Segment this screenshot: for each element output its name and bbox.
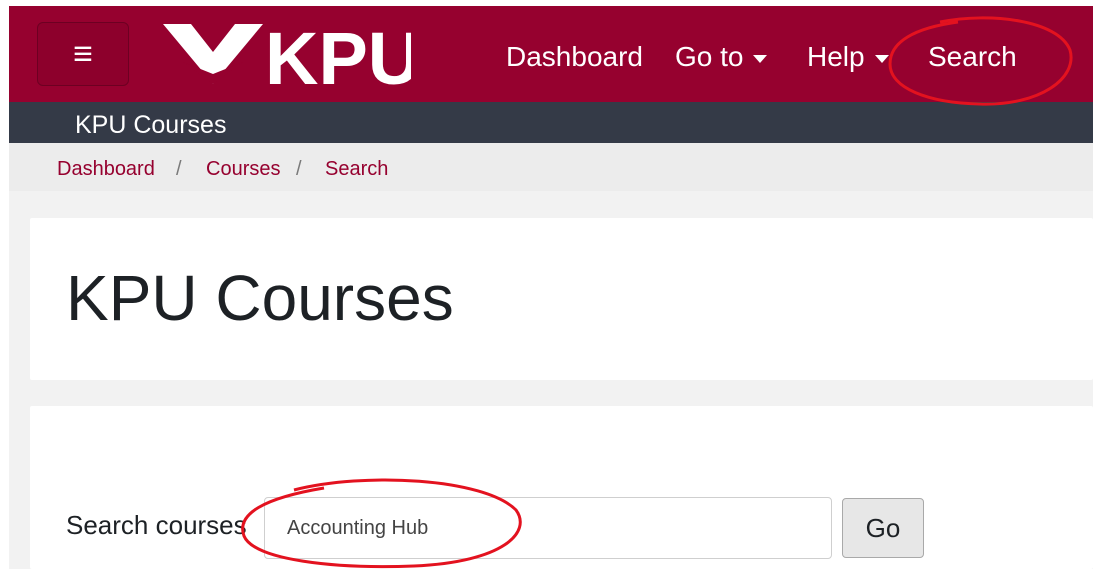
nav-help-label: Help <box>807 41 865 72</box>
nav-search-label: Search <box>928 41 1017 72</box>
nav-goto-dropdown[interactable]: Go to <box>675 40 768 74</box>
breadcrumb-item-search[interactable]: Search <box>325 158 388 180</box>
site-name[interactable]: KPU Courses <box>75 111 226 139</box>
logo-text: KPU <box>265 18 411 90</box>
top-navbar: ≡ KPU Dashboard Go to Help Search <box>9 6 1093 102</box>
site-subbar: KPU Courses <box>9 102 1093 143</box>
breadcrumb-separator: / <box>296 158 302 180</box>
nav-dashboard-label: Dashboard <box>506 41 643 72</box>
menu-toggle-button[interactable]: ≡ <box>37 22 129 86</box>
breadcrumb-separator: / <box>176 158 182 180</box>
breadcrumb: Dashboard / Courses / Search <box>9 143 1093 191</box>
hamburger-icon: ≡ <box>73 35 93 73</box>
kpu-logo[interactable]: KPU <box>161 18 411 90</box>
nav-dashboard[interactable]: Dashboard <box>506 40 643 74</box>
caret-down-icon <box>874 54 889 63</box>
go-button[interactable]: Go <box>842 498 924 558</box>
nav-help-dropdown[interactable]: Help <box>807 40 889 74</box>
caret-down-icon <box>753 54 768 63</box>
search-courses-label: Search courses <box>66 510 247 540</box>
nav-goto-label: Go to <box>675 41 744 72</box>
nav-search[interactable]: Search <box>928 40 1017 74</box>
breadcrumb-item-courses[interactable]: Courses <box>206 158 280 180</box>
search-courses-input[interactable] <box>264 497 832 559</box>
page-title: KPU Courses <box>66 262 454 334</box>
breadcrumb-item-dashboard[interactable]: Dashboard <box>57 158 155 180</box>
